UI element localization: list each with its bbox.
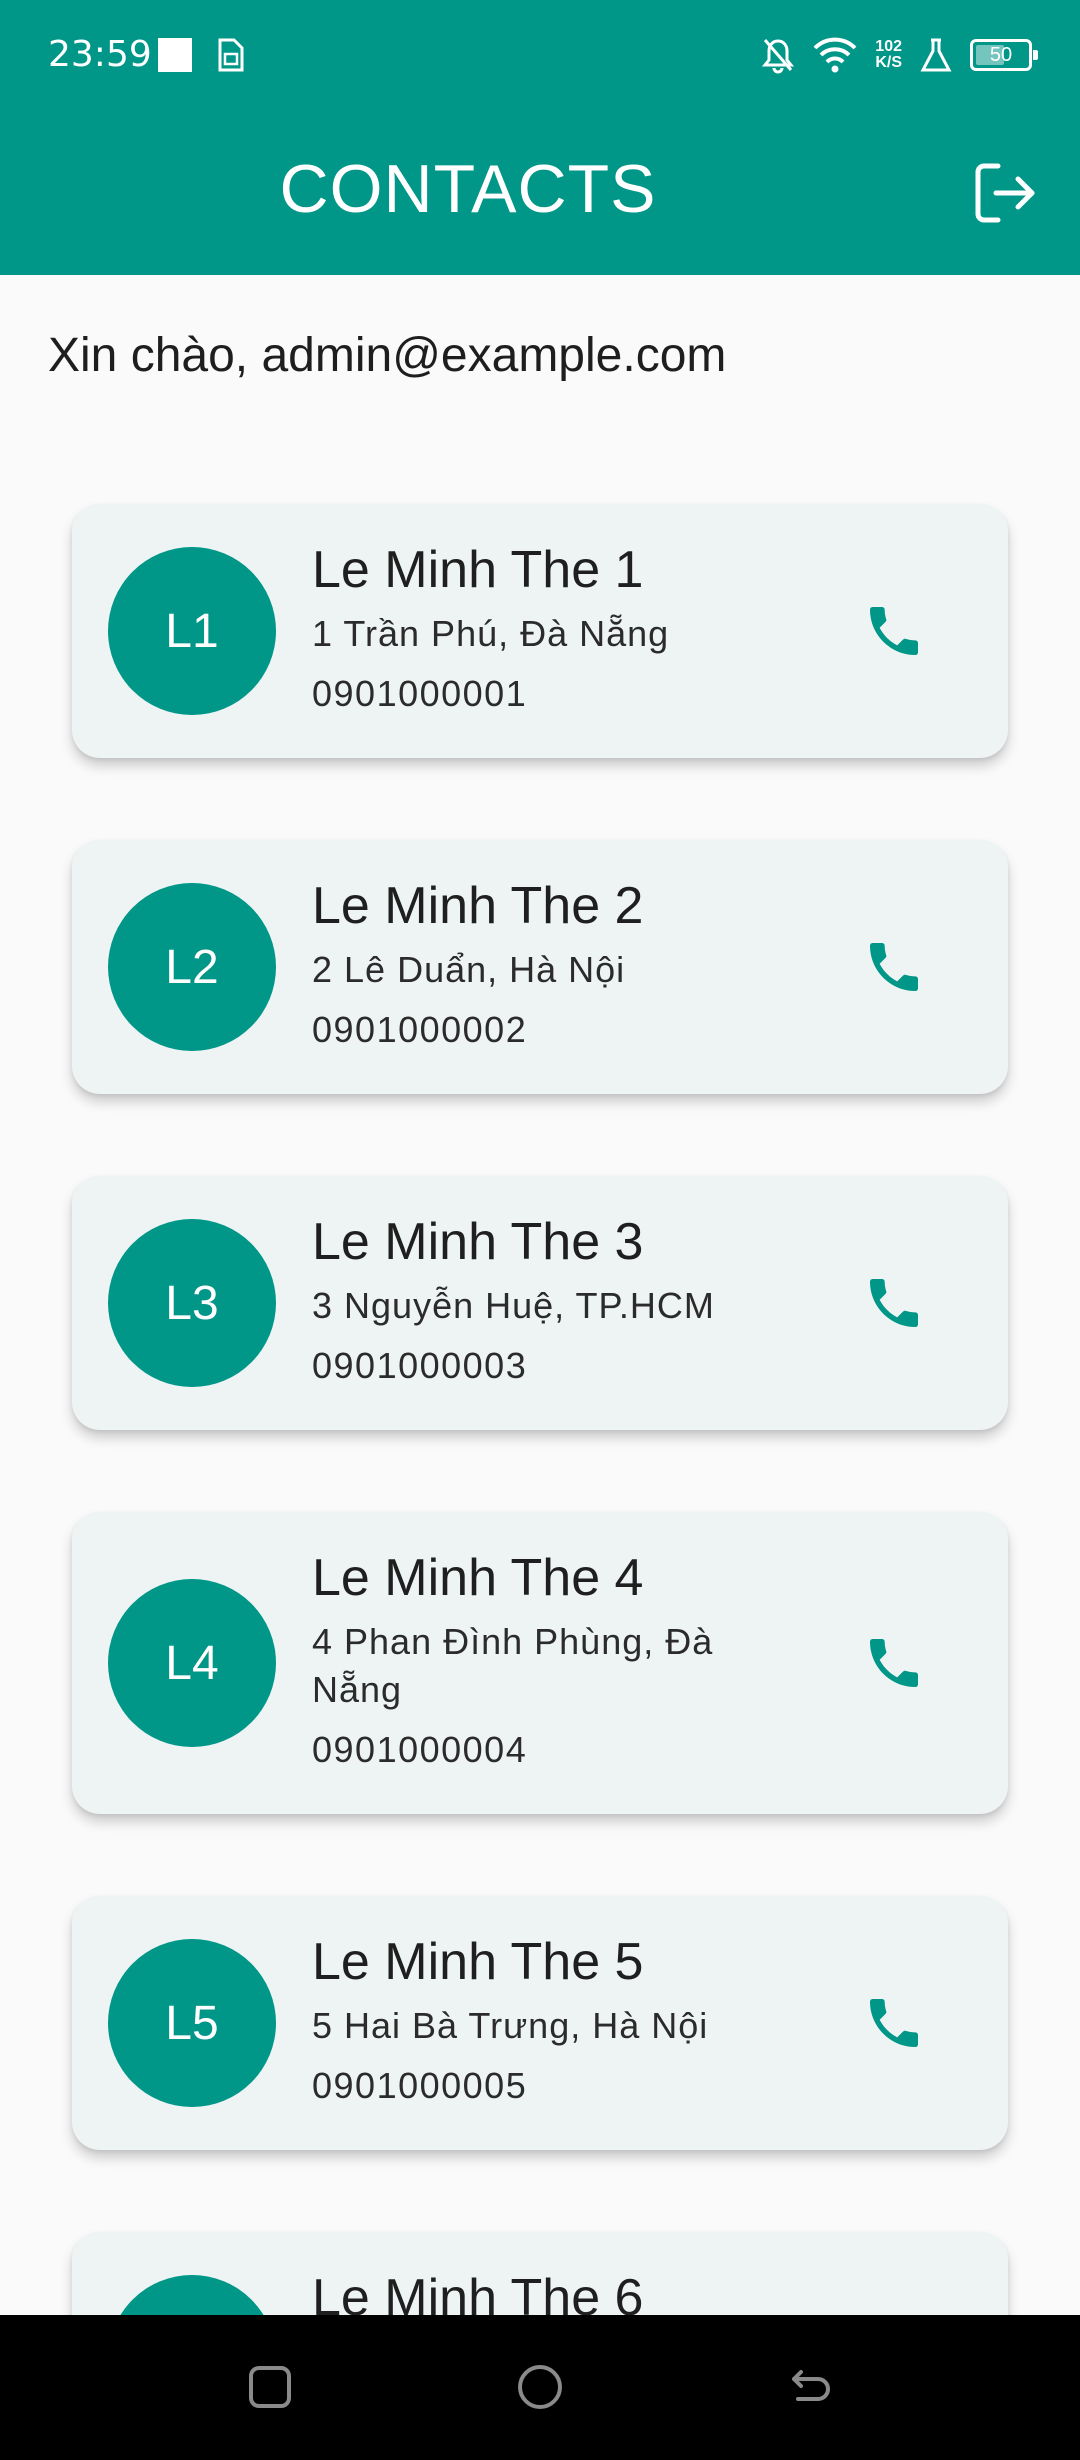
contact-phone: 0901000004 — [312, 1729, 528, 1770]
contact-card[interactable]: L6 Le Minh The 6 — [72, 2232, 1008, 2315]
contact-address: 4 Phan Đình Phùng, Đà Nẵng — [312, 1621, 714, 1710]
contact-info: Le Minh The 2 2 Lê Duẩn, Hà Nội 09010000… — [312, 874, 772, 1054]
contact-address: 1 Trần Phú, Đà Nẵng — [312, 613, 670, 654]
system-nav-bar — [0, 2315, 1080, 2460]
contact-name: Le Minh The 3 — [312, 1213, 644, 1271]
battery-icon: 50 — [970, 39, 1038, 71]
avatar: L6 — [108, 2275, 276, 2315]
contact-phone: 0901000005 — [312, 2065, 528, 2106]
back-icon[interactable] — [786, 2363, 834, 2411]
phone-call-icon[interactable] — [862, 599, 926, 663]
sim-card-icon — [218, 38, 244, 72]
contact-phone: 0901000001 — [312, 673, 528, 714]
contact-name: Le Minh The 1 — [312, 541, 644, 599]
contact-info: Le Minh The 3 3 Nguyễn Huệ, TP.HCM 09010… — [312, 1210, 772, 1390]
phone-call-icon[interactable] — [862, 1631, 926, 1695]
contact-info: Le Minh The 1 1 Trần Phú, Đà Nẵng 090100… — [312, 538, 772, 718]
contact-address: 2 Lê Duẩn, Hà Nội — [312, 949, 626, 990]
status-icons: 102 K/S 50 — [761, 30, 1038, 80]
logout-icon[interactable] — [970, 158, 1040, 228]
contact-name: Le Minh The 5 — [312, 1933, 644, 1991]
contact-card[interactable]: L3 Le Minh The 3 3 Nguyễn Huệ, TP.HCM 09… — [72, 1176, 1008, 1430]
page-title: CONTACTS — [279, 151, 657, 227]
mute-bell-icon — [762, 39, 795, 74]
phone-call-icon[interactable] — [862, 1271, 926, 1335]
contact-phone: 0901000003 — [312, 1345, 528, 1386]
contact-card[interactable]: L1 Le Minh The 1 1 Trần Phú, Đà Nẵng 090… — [72, 504, 1008, 758]
recents-icon[interactable] — [246, 2363, 294, 2411]
contact-name: Le Minh The 6 — [312, 2269, 644, 2315]
phone-call-icon[interactable] — [862, 1991, 926, 2055]
contact-address: 3 Nguyễn Huệ, TP.HCM — [312, 1285, 715, 1326]
avatar: L5 — [108, 1939, 276, 2107]
notification-square-icon — [158, 38, 192, 72]
contact-list[interactable]: L1 Le Minh The 1 1 Trần Phú, Đà Nẵng 090… — [0, 500, 1080, 2315]
app-bar: 23:59 102 K/S 50 CONTACTS — [0, 0, 1080, 275]
contact-card[interactable]: L4 Le Minh The 4 4 Phan Đình Phùng, Đà N… — [72, 1512, 1008, 1814]
wifi-icon — [813, 37, 857, 73]
avatar: L3 — [108, 1219, 276, 1387]
status-bar: 23:59 102 K/S 50 — [0, 0, 1080, 110]
network-speed: 102 K/S — [875, 39, 902, 71]
battery-level: 50 — [989, 43, 1013, 66]
contact-info: Le Minh The 4 4 Phan Đình Phùng, Đà Nẵng… — [312, 1546, 772, 1774]
contact-address: 5 Hai Bà Trưng, Hà Nội — [312, 2005, 709, 2046]
contact-name: Le Minh The 4 — [312, 1549, 644, 1607]
avatar: L1 — [108, 547, 276, 715]
contact-info: Le Minh The 6 — [312, 2266, 772, 2315]
contact-card[interactable]: L5 Le Minh The 5 5 Hai Bà Trưng, Hà Nội … — [72, 1896, 1008, 2150]
contact-info: Le Minh The 5 5 Hai Bà Trưng, Hà Nội 090… — [312, 1930, 772, 2110]
greeting-text: Xin chào, admin@example.com — [48, 329, 727, 382]
home-icon[interactable] — [516, 2363, 564, 2411]
phone-call-icon[interactable] — [862, 935, 926, 999]
network-speed-unit: K/S — [875, 54, 902, 71]
contact-name: Le Minh The 2 — [312, 877, 644, 935]
avatar: L4 — [108, 1579, 276, 1747]
status-time: 23:59 — [48, 34, 152, 75]
network-speed-value: 102 — [875, 38, 902, 55]
contact-phone: 0901000002 — [312, 1009, 528, 1050]
avatar: L2 — [108, 883, 276, 1051]
lab-flask-icon — [920, 38, 952, 72]
contact-card[interactable]: L2 Le Minh The 2 2 Lê Duẩn, Hà Nội 09010… — [72, 840, 1008, 1094]
